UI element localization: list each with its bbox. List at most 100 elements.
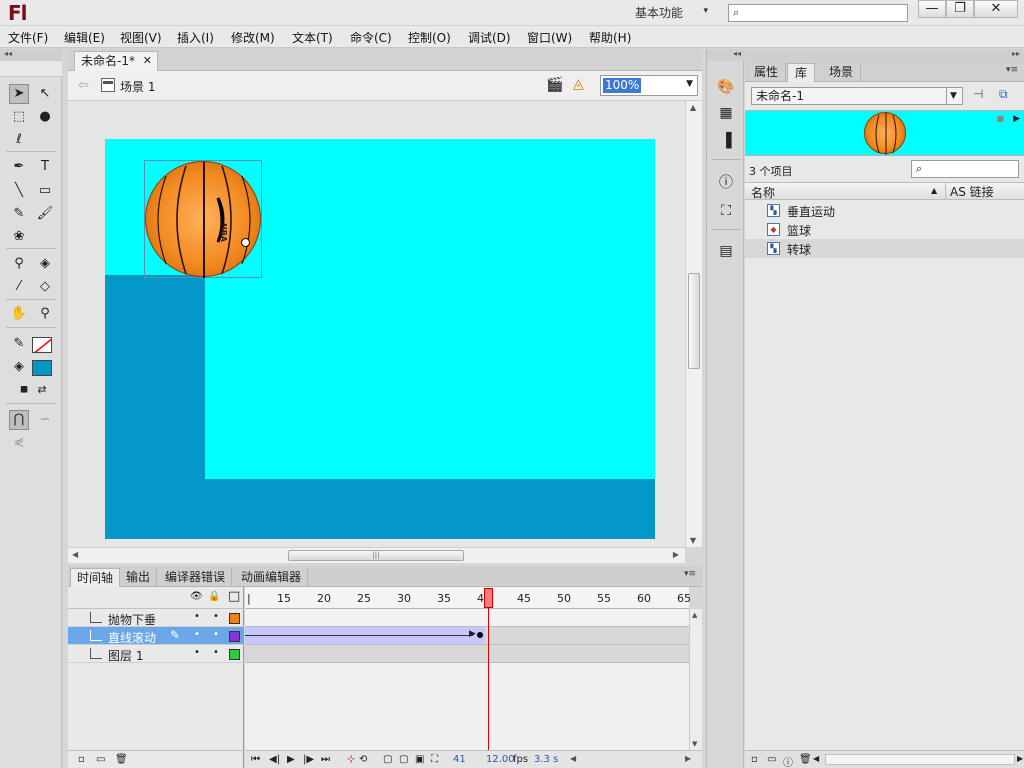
wall-shape[interactable] <box>105 275 205 539</box>
maximize-button[interactable]: ❐ <box>946 0 974 18</box>
floor-shape[interactable] <box>205 479 655 539</box>
scroll-left-icon[interactable]: ◀ <box>72 550 78 559</box>
current-frame[interactable]: 41 <box>453 754 466 765</box>
visibility-dot[interactable]: • <box>194 611 200 622</box>
help-search-input[interactable]: ⌕ <box>728 4 908 22</box>
3d-rotation-tool[interactable]: ● <box>35 107 55 127</box>
hand-tool[interactable]: ✋ <box>9 304 29 324</box>
panel-menu-icon[interactable]: ▾≡ <box>1006 65 1018 75</box>
menu-help[interactable]: 帮助(H) <box>589 29 631 46</box>
library-item[interactable]: ◆ 篮球 <box>745 220 1024 239</box>
scroll-down-icon[interactable]: ▼ <box>692 740 697 748</box>
menu-control[interactable]: 控制(O) <box>408 29 451 46</box>
new-layer-icon[interactable]: ▫ <box>78 754 85 765</box>
document-tab[interactable]: 未命名-1* ✕ <box>74 51 158 71</box>
scroll-left-icon[interactable]: ◀ <box>570 754 576 763</box>
minimize-button[interactable]: — <box>918 0 946 18</box>
tab-compiler-errors[interactable]: 编译器错误 <box>159 568 233 587</box>
stroke-color-swatch[interactable] <box>32 337 52 353</box>
visibility-dot[interactable]: • <box>194 629 200 640</box>
onion-skin-icon[interactable]: ▢ <box>383 754 392 765</box>
eye-icon[interactable]: 👁 <box>190 591 203 602</box>
panel-expand-icon[interactable]: ◂◂ <box>707 49 745 61</box>
brush-tool[interactable]: 🖌 <box>35 204 55 224</box>
scroll-up-icon[interactable]: ▲ <box>690 103 696 112</box>
new-library-panel-icon[interactable]: ⧉ <box>999 87 1008 102</box>
menu-commands[interactable]: 命令(C) <box>350 29 392 46</box>
lock-dot[interactable]: • <box>213 629 219 640</box>
menu-window[interactable]: 窗口(W) <box>527 29 572 46</box>
workspace-switcher[interactable]: 基本功能 ▾ <box>635 4 710 22</box>
stop-icon[interactable]: ■ <box>996 114 1004 123</box>
keyframe-dot[interactable] <box>477 632 483 638</box>
play-icon[interactable]: ▶ <box>287 754 295 765</box>
tab-library[interactable]: 库 <box>787 63 816 82</box>
library-document-select[interactable]: 未命名-1 ▼ <box>751 87 963 105</box>
snap-to-objects-button[interactable]: ⋂ <box>9 410 29 430</box>
basketball-instance[interactable]: NBA <box>145 161 261 278</box>
scroll-right-icon[interactable]: ▶ <box>1017 754 1023 763</box>
transform-panel-icon[interactable]: ⛶ <box>716 201 736 221</box>
library-horizontal-scrollbar[interactable] <box>825 754 1015 765</box>
stage[interactable]: NBA <box>105 139 655 539</box>
onion-outline-icon[interactable]: ▢ <box>399 754 408 765</box>
edit-symbols-icon[interactable]: ◬ <box>573 76 584 92</box>
frame-row[interactable] <box>245 609 689 627</box>
library-item[interactable]: ▚ 垂直运动 <box>745 201 1024 220</box>
zoom-tool[interactable]: ⚲ <box>35 304 55 324</box>
fill-color-swatch[interactable] <box>32 360 52 376</box>
layer-color-swatch[interactable] <box>229 631 240 642</box>
align-icon[interactable]: ▐ <box>716 131 736 151</box>
menu-text[interactable]: 文本(T) <box>292 29 333 46</box>
black-white-swatch[interactable]: ◼ <box>14 380 34 400</box>
layer-color-swatch[interactable] <box>229 613 240 624</box>
bone-tool[interactable]: ⚲ <box>9 254 29 274</box>
scrollbar-thumb[interactable]: ||| <box>288 550 464 561</box>
frame-ruler[interactable]: | 15 20 25 30 35 40 45 50 55 60 65 <box>245 587 691 609</box>
frame-row-tween[interactable]: ▶ <box>245 627 689 645</box>
tab-scene[interactable]: 场景 <box>822 63 862 82</box>
tab-properties[interactable]: 属性 <box>747 63 787 82</box>
new-folder-icon[interactable]: ▭ <box>96 754 105 765</box>
scroll-left-icon[interactable]: ◀ <box>813 754 819 763</box>
lasso-tool[interactable]: ℓ <box>9 130 29 150</box>
layer-row[interactable]: 抛物下垂 • • <box>68 609 244 627</box>
panel-collapse-icon[interactable]: ▸▸ <box>745 49 1024 61</box>
paint-bucket-tool[interactable]: ◈ <box>35 254 55 274</box>
playhead-handle[interactable] <box>484 588 493 608</box>
sort-arrow-icon[interactable]: ▲ <box>931 186 937 195</box>
close-icon[interactable]: ✕ <box>143 52 152 70</box>
frame-rate[interactable]: 12.00 <box>486 754 515 765</box>
swap-colors-button[interactable]: ⇄ <box>32 380 52 400</box>
panel-collapse-icon[interactable]: ◂◂ <box>0 49 62 61</box>
new-folder-icon[interactable]: ▭ <box>767 754 776 765</box>
swatches-grid-icon[interactable]: ▦ <box>716 103 736 123</box>
properties-icon[interactable]: ⓘ <box>783 754 793 768</box>
menu-edit[interactable]: 编辑(E) <box>64 29 105 46</box>
deco-tool[interactable]: ❀ <box>9 227 29 247</box>
panel-menu-icon[interactable]: ▾≡ <box>684 569 696 579</box>
subselection-tool[interactable]: ↖ <box>35 84 55 104</box>
pencil-tool[interactable]: ✎ <box>9 204 29 224</box>
back-arrow-icon[interactable]: ⇦ <box>78 78 89 93</box>
lock-dot[interactable]: • <box>213 611 219 622</box>
tab-motion-editor[interactable]: 动画编辑器 <box>235 568 309 587</box>
free-transform-tool[interactable]: ⬚ <box>9 107 29 127</box>
new-symbol-icon[interactable]: ▫ <box>751 754 758 765</box>
edit-scene-icon[interactable]: 🎬 <box>546 77 563 93</box>
frame-row[interactable] <box>245 645 689 663</box>
selection-tool[interactable]: ➤ <box>9 84 29 104</box>
scroll-up-icon[interactable]: ▲ <box>692 611 697 619</box>
menu-file[interactable]: 文件(F) <box>8 29 48 46</box>
motion-tween-span[interactable]: ▶ <box>245 627 485 644</box>
column-as-linkage[interactable]: AS 链接 <box>945 183 994 199</box>
eraser-tool[interactable]: ◇ <box>35 277 55 297</box>
straighten-button[interactable]: ⋞ <box>9 433 29 453</box>
layer-row[interactable]: 图层 1 • • <box>68 645 244 663</box>
stage-vertical-scrollbar[interactable]: ▲ ▼ <box>685 101 702 547</box>
first-frame-icon[interactable]: ⏮ <box>251 754 260 765</box>
color-palette-icon[interactable]: 🎨 <box>716 77 736 97</box>
trash-icon[interactable]: 🗑 <box>115 754 128 765</box>
pin-library-icon[interactable]: ⊣ <box>973 87 983 101</box>
zoom-select[interactable]: 100% ▼ <box>600 75 698 96</box>
